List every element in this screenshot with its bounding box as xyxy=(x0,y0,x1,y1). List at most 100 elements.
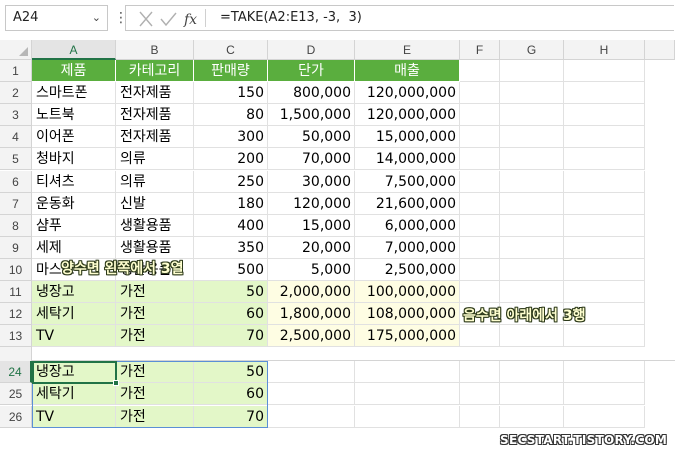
result-cell[interactable]: 가전 xyxy=(116,361,194,384)
cell[interactable]: 신발 xyxy=(116,192,194,215)
cell[interactable]: 15,000,000 xyxy=(355,126,460,149)
cell[interactable]: 50,000 xyxy=(268,126,355,149)
cell[interactable] xyxy=(500,104,564,127)
cell[interactable]: TV xyxy=(32,325,116,348)
cell[interactable]: 전자제품 xyxy=(116,104,194,127)
cell[interactable] xyxy=(500,325,564,348)
active-cell-a24[interactable] xyxy=(32,361,117,385)
cell[interactable] xyxy=(564,192,645,215)
cell[interactable]: 70,000 xyxy=(268,148,355,171)
table-header-cell[interactable]: 매출 xyxy=(355,60,460,83)
cell[interactable]: 50 xyxy=(194,281,268,304)
cell[interactable]: 세탁기 xyxy=(32,303,116,326)
result-cell[interactable] xyxy=(564,383,645,406)
cell[interactable] xyxy=(460,126,500,149)
cell[interactable]: 21,600,000 xyxy=(355,192,460,215)
cell[interactable]: 350 xyxy=(194,236,268,259)
select-all-corner[interactable] xyxy=(0,40,32,60)
cell[interactable]: 180 xyxy=(194,192,268,215)
cell[interactable] xyxy=(500,170,564,193)
result-cell[interactable]: TV xyxy=(32,405,116,428)
cell[interactable]: 티셔츠 xyxy=(32,170,116,193)
cell[interactable]: 스마트폰 xyxy=(32,82,116,105)
cancel-icon[interactable] xyxy=(136,10,156,28)
result-cell[interactable] xyxy=(268,383,355,406)
insert-function-icon[interactable]: fx xyxy=(182,10,202,28)
row-header-11[interactable]: 11 xyxy=(0,281,32,304)
cell[interactable] xyxy=(460,170,500,193)
cell[interactable]: 청바지 xyxy=(32,148,116,171)
result-cell[interactable]: 50 xyxy=(194,361,268,384)
cell[interactable]: 200 xyxy=(194,148,268,171)
cell[interactable]: 100,000,000 xyxy=(355,281,460,304)
result-cell[interactable]: 세탁기 xyxy=(32,383,116,406)
cell[interactable] xyxy=(460,148,500,171)
row-header-1[interactable]: 1 xyxy=(0,60,32,83)
cell[interactable] xyxy=(564,281,645,304)
cell[interactable]: 70 xyxy=(194,325,268,348)
table-header-cell[interactable]: 판매량 xyxy=(194,60,268,83)
cell[interactable]: 108,000,000 xyxy=(355,303,460,326)
cell[interactable] xyxy=(500,236,564,259)
column-header-d[interactable]: D xyxy=(268,40,355,60)
column-header-f[interactable]: F xyxy=(460,40,500,60)
cell[interactable]: 운동화 xyxy=(32,192,116,215)
formula-bar[interactable]: fx xyxy=(125,5,674,31)
cell[interactable]: 14,000,000 xyxy=(355,148,460,171)
cell[interactable]: 175,000,000 xyxy=(355,325,460,348)
cell[interactable]: 7,500,000 xyxy=(355,170,460,193)
column-header-a[interactable]: A xyxy=(32,40,116,60)
cell[interactable] xyxy=(564,82,645,105)
column-header-g[interactable]: G xyxy=(500,40,564,60)
table-header-cell[interactable]: 카테고리 xyxy=(116,60,194,83)
cell[interactable]: 20,000 xyxy=(268,236,355,259)
cell[interactable]: 2,500,000 xyxy=(355,258,460,281)
fill-handle[interactable] xyxy=(113,380,119,387)
cell[interactable]: 250 xyxy=(194,170,268,193)
result-cell[interactable] xyxy=(564,405,645,428)
column-header-h[interactable]: H xyxy=(564,40,645,60)
chevron-down-icon[interactable]: ⌄ xyxy=(92,6,101,30)
cell[interactable] xyxy=(564,258,645,281)
column-header-e[interactable]: E xyxy=(355,40,460,60)
cell[interactable] xyxy=(564,236,645,259)
cell[interactable] xyxy=(564,214,645,237)
cell[interactable] xyxy=(564,60,645,83)
cell[interactable]: 60 xyxy=(194,303,268,326)
cell[interactable]: 80 xyxy=(194,104,268,127)
formula-text[interactable]: =TAKE(A2:E13, -3, 3) xyxy=(220,5,362,31)
cell[interactable]: 2,000,000 xyxy=(268,281,355,304)
cell[interactable] xyxy=(460,325,500,348)
cell[interactable]: 15,000 xyxy=(268,214,355,237)
cell[interactable]: 생활용품 xyxy=(116,236,194,259)
cell[interactable]: 1,800,000 xyxy=(268,303,355,326)
cell[interactable]: 냉장고 xyxy=(32,281,116,304)
cell[interactable] xyxy=(460,236,500,259)
row-header-4[interactable]: 4 xyxy=(0,126,32,149)
cell[interactable] xyxy=(564,325,645,348)
name-box[interactable]: A24 ⌄ xyxy=(5,5,108,31)
cell[interactable]: 생활용품 xyxy=(116,214,194,237)
cell[interactable] xyxy=(500,258,564,281)
cell[interactable]: 2,500,000 xyxy=(268,325,355,348)
cell[interactable]: 의류 xyxy=(116,148,194,171)
table-header-cell[interactable]: 제품 xyxy=(32,60,116,83)
cell[interactable] xyxy=(500,281,564,304)
result-cell[interactable] xyxy=(268,361,355,384)
result-cell[interactable] xyxy=(460,361,500,384)
row-header-9[interactable]: 9 xyxy=(0,236,32,259)
cell[interactable]: 120,000,000 xyxy=(355,104,460,127)
row-header-24[interactable]: 24 xyxy=(0,361,32,384)
cell[interactable] xyxy=(500,126,564,149)
cell[interactable]: 120,000 xyxy=(268,192,355,215)
result-cell[interactable]: 70 xyxy=(194,405,268,428)
result-cell[interactable] xyxy=(460,405,500,428)
cell[interactable] xyxy=(500,192,564,215)
cell[interactable] xyxy=(460,104,500,127)
cell[interactable]: 500 xyxy=(194,258,268,281)
cell[interactable] xyxy=(564,104,645,127)
row-header-10[interactable]: 10 xyxy=(0,258,32,281)
cell[interactable]: 400 xyxy=(194,214,268,237)
cell[interactable]: 이어폰 xyxy=(32,126,116,149)
cell[interactable]: 의류 xyxy=(116,170,194,193)
